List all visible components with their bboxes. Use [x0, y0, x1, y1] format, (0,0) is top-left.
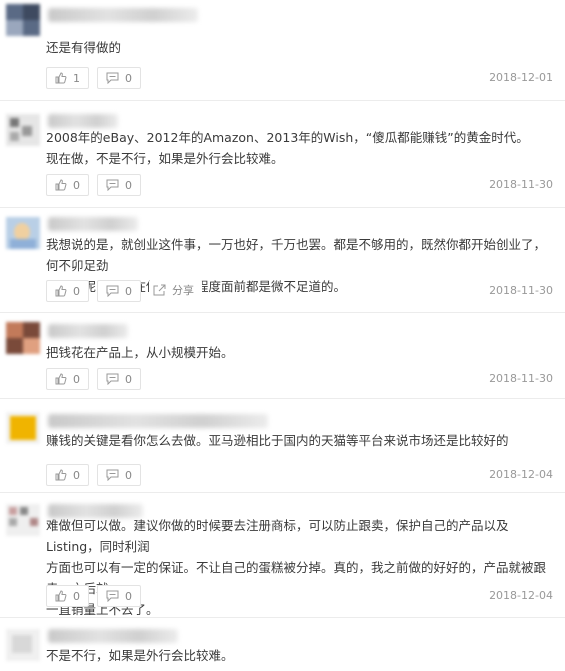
- like-button[interactable]: 0: [46, 174, 89, 196]
- comment-icon: [106, 590, 119, 602]
- avatar[interactable]: [6, 629, 40, 661]
- comment-icon: [106, 179, 119, 191]
- reply-count: 0: [125, 284, 132, 298]
- like-count: 1: [73, 71, 80, 85]
- like-button[interactable]: 1: [46, 67, 89, 89]
- thumbs-up-icon: [55, 285, 67, 297]
- thumbs-up-icon: [55, 72, 67, 84]
- thumbs-up-icon: [55, 373, 67, 385]
- like-count: 0: [73, 178, 80, 192]
- avatar[interactable]: [6, 504, 40, 536]
- comment-date: 2018-12-04: [489, 468, 553, 481]
- reply-count: 0: [125, 178, 132, 192]
- avatar[interactable]: [6, 4, 40, 36]
- like-button[interactable]: 0: [46, 368, 89, 390]
- username-blurred: [48, 217, 138, 231]
- like-button[interactable]: 0: [46, 280, 89, 302]
- like-count: 0: [73, 372, 80, 386]
- comment-text: 不是不行，如果是外行会比较难。: [46, 648, 234, 663]
- comment-item: 2008年的eBay、2012年的Amazon、2013年的Wish，“傻瓜都能…: [0, 100, 565, 208]
- comment-item: 把钱花在产品上，从小规模开始。 0 0 2018-11-30: [0, 312, 565, 399]
- like-button[interactable]: 0: [46, 585, 89, 607]
- reply-button[interactable]: 0: [97, 585, 141, 607]
- comment-date: 2018-11-30: [489, 372, 553, 385]
- thumbs-up-icon: [55, 469, 67, 481]
- reply-count: 0: [125, 372, 132, 386]
- comment-icon: [106, 469, 119, 481]
- username-blurred: [48, 8, 198, 22]
- comment-item: 不是不行，如果是外行会比较难。: [0, 617, 565, 671]
- share-icon: [153, 284, 166, 296]
- thumbs-up-icon: [55, 179, 67, 191]
- like-count: 0: [73, 589, 80, 603]
- reply-button[interactable]: 0: [97, 464, 141, 486]
- avatar[interactable]: [6, 217, 40, 249]
- comment-item: 我想说的是，就创业这件事，一万也好，千万也罢。都是不够用的，既然你都开始创业了，…: [0, 207, 565, 313]
- username-blurred: [48, 324, 128, 338]
- reply-button[interactable]: 0: [97, 280, 141, 302]
- comment-text: 2008年的eBay、2012年的Amazon、2013年的Wish，“傻瓜都能…: [46, 130, 529, 166]
- thumbs-up-icon: [55, 590, 67, 602]
- comment-date: 2018-12-04: [489, 589, 553, 602]
- comment-icon: [106, 72, 119, 84]
- comment-date: 2018-12-01: [489, 71, 553, 84]
- username-blurred: [48, 629, 178, 643]
- reply-count: 0: [125, 468, 132, 482]
- comment-icon: [106, 373, 119, 385]
- comment-icon: [106, 285, 119, 297]
- reply-button[interactable]: 0: [97, 67, 141, 89]
- share-button[interactable]: 分享: [149, 280, 202, 300]
- comment-item: 赚钱的关键是看你怎么去做。亚马逊相比于国内的天猫等平台来说市场还是比较好的 0 …: [0, 398, 565, 493]
- username-blurred: [48, 414, 268, 428]
- comment-text: 把钱花在产品上，从小规模开始。: [46, 345, 234, 360]
- comment-date: 2018-11-30: [489, 178, 553, 191]
- avatar[interactable]: [6, 322, 40, 354]
- share-label: 分享: [172, 284, 194, 297]
- reply-count: 0: [125, 589, 132, 603]
- reply-button[interactable]: 0: [97, 368, 141, 390]
- reply-count: 0: [125, 71, 132, 85]
- comment-date: 2018-11-30: [489, 284, 553, 297]
- comment-text: 还是有得做的: [46, 40, 122, 55]
- like-button[interactable]: 0: [46, 464, 89, 486]
- avatar[interactable]: [6, 412, 40, 444]
- like-count: 0: [73, 468, 80, 482]
- like-count: 0: [73, 284, 80, 298]
- comment-text: 赚钱的关键是看你怎么去做。亚马逊相比于国内的天猫等平台来说市场还是比较好的: [46, 433, 509, 448]
- username-blurred: [48, 114, 118, 128]
- comment-item: 还是有得做的 1 0 2018-12-01: [0, 0, 565, 101]
- comment-item: 难做但可以做。建议你做的时候要去注册商标，可以防止跟卖，保护自己的产品以及Lis…: [0, 492, 565, 618]
- reply-button[interactable]: 0: [97, 174, 141, 196]
- avatar[interactable]: [6, 114, 40, 146]
